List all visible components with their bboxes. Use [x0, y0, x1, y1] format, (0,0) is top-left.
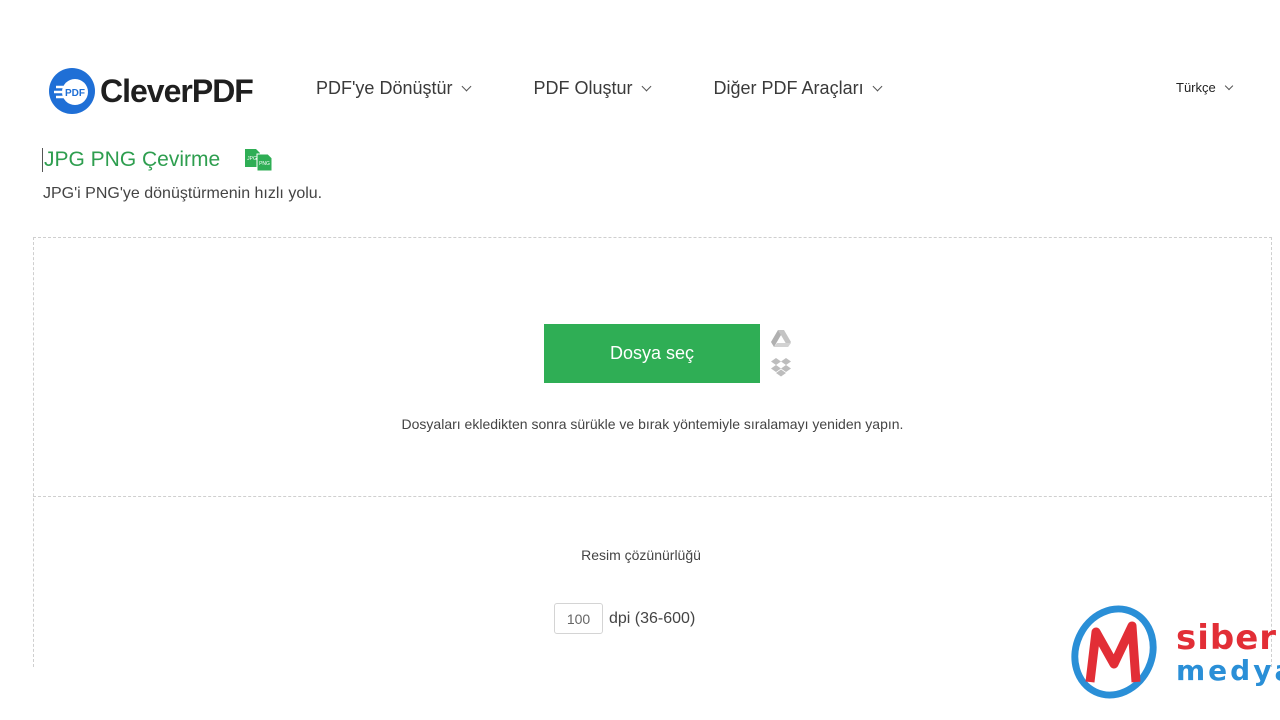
logo-mark-text: PDF: [65, 88, 85, 99]
language-selector[interactable]: Türkçe: [1176, 80, 1233, 95]
cleverpdf-logo[interactable]: PDF CleverPDF: [48, 66, 254, 116]
choose-file-button[interactable]: Dosya seç: [544, 324, 760, 383]
watermark-line2: medya: [1176, 654, 1280, 687]
dpi-input[interactable]: [554, 603, 603, 634]
page-title-row: JPG PNG Çevirme JPG PNG: [42, 148, 274, 172]
nav-other-pdf-tools[interactable]: Diğer PDF Araçları: [713, 78, 883, 99]
site-header: PDF CleverPDF PDF'ye Dönüştür PDF Oluştu…: [0, 0, 1280, 130]
chevron-down-icon: [1224, 81, 1233, 91]
language-label: Türkçe: [1176, 80, 1216, 95]
svg-text:PNG: PNG: [259, 161, 270, 167]
page-subtitle: JPG'i PNG'ye dönüştürmenin hızlı yolu.: [43, 185, 323, 202]
reorder-hint: Dosyaları ekledikten sonra sürükle ve bı…: [401, 416, 904, 432]
dropbox-icon[interactable]: [770, 356, 792, 378]
page-title: JPG PNG Çevirme: [42, 148, 221, 172]
cloud-sources: [770, 328, 792, 384]
dpi-row: dpi (36-600): [554, 603, 695, 634]
google-drive-icon[interactable]: [770, 328, 792, 350]
nav-convert-to-pdf[interactable]: PDF'ye Dönüştür: [316, 78, 471, 99]
nav-create-pdf[interactable]: PDF Oluştur: [533, 78, 651, 99]
chevron-down-icon: [461, 81, 471, 92]
chevron-down-icon: [641, 81, 651, 92]
brand-name: CleverPDF: [100, 72, 254, 109]
resolution-label: Resim çözünürlüğü: [581, 547, 701, 563]
chevron-down-icon: [872, 81, 883, 92]
jpg-png-file-icon: JPG PNG: [245, 149, 273, 172]
nav-label: PDF Oluştur: [533, 78, 633, 98]
nav-label: PDF'ye Dönüştür: [316, 78, 453, 98]
nav-label: Diğer PDF Araçları: [713, 78, 864, 98]
main-nav: PDF'ye Dönüştür PDF Oluştur Diğer PDF Ar…: [316, 78, 945, 99]
logo-mark-icon: PDF: [49, 68, 95, 114]
panel-divider: [33, 496, 1272, 497]
watermark-line1: siber: [1176, 618, 1278, 658]
dpi-unit-label: dpi (36-600): [609, 609, 696, 627]
svg-text:JPG: JPG: [247, 156, 257, 162]
